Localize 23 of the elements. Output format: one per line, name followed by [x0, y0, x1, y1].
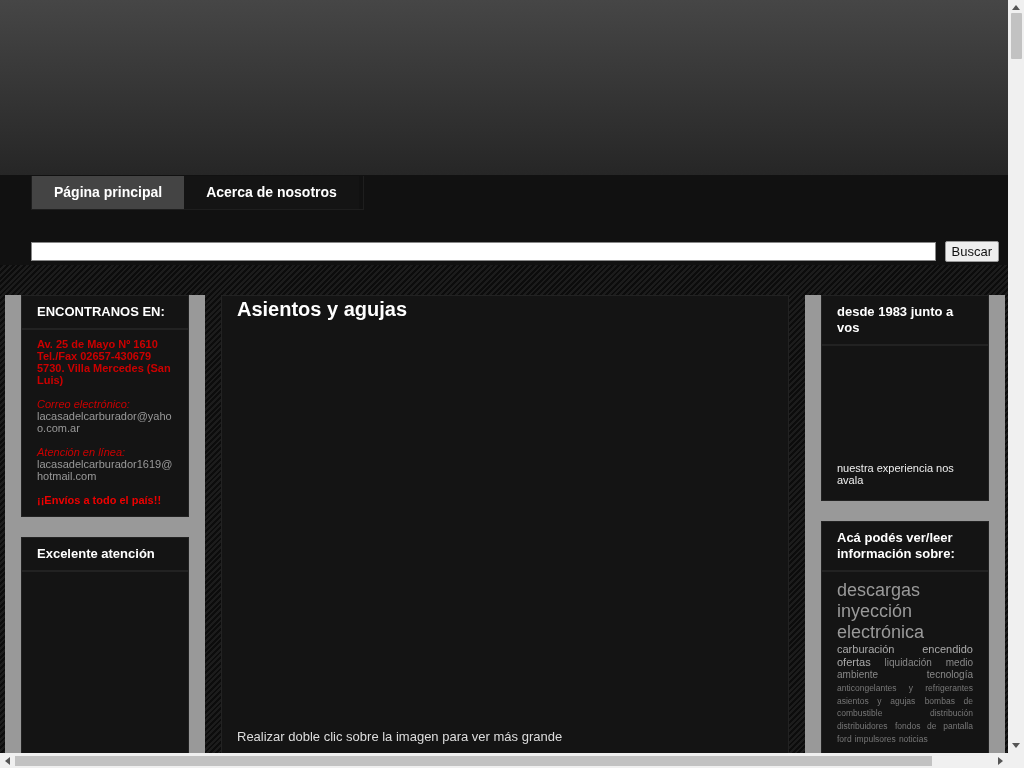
widget-title: ENCONTRANOS EN:	[22, 296, 188, 330]
post-title: Asientos y agujas	[237, 298, 409, 321]
widget-title: Acá podés ver/leer información sobre:	[822, 522, 988, 572]
shipping-note: ¡¡Envíos a todo el país!!	[37, 494, 163, 506]
address-text: Av. 25 de Mayo Nº 1610 Tel./Fax 02657-430679 5730. Villa Mercedes (San Luis)	[37, 338, 172, 386]
image-caption: nuestra experiencia nos avala	[837, 462, 955, 486]
email-link[interactable]: lacasadelcarburador@yahoo.com.ar	[37, 410, 173, 434]
scroll-up-icon[interactable]	[1012, 5, 1020, 10]
widget-title: desde 1983 junto a vos	[822, 296, 988, 346]
nav-tab[interactable]: Página principal	[32, 176, 185, 209]
search-button[interactable]: Buscar	[944, 241, 999, 262]
scroll-left-icon[interactable]	[5, 756, 10, 765]
tag-cloud[interactable]: descargas inyección electrónica carburación encendido ofertas liquidación medio ambiente tecnología anticongelantes y refrigerantes asientos y agujas bombas de combustible distribución distribuidores fondos de pantalla ford impulsores noticias	[837, 580, 973, 745]
search-field[interactable]	[31, 242, 936, 261]
scroll-right-icon[interactable]	[998, 756, 1003, 765]
scrollbar-thumb[interactable]	[1010, 13, 1022, 59]
image-caption: Realizar doble clic sobre la imagen para ver más grande	[237, 729, 564, 744]
field-label: Correo electrónico:	[37, 398, 131, 410]
widget-title: Excelente atención	[22, 538, 188, 572]
email-link[interactable]: lacasadelcarburador1619@hotmail.com	[37, 458, 173, 482]
scrollbar-thumb[interactable]	[15, 755, 932, 766]
field-label: Atención en línea:	[37, 446, 127, 458]
scroll-down-icon[interactable]	[1012, 743, 1020, 748]
